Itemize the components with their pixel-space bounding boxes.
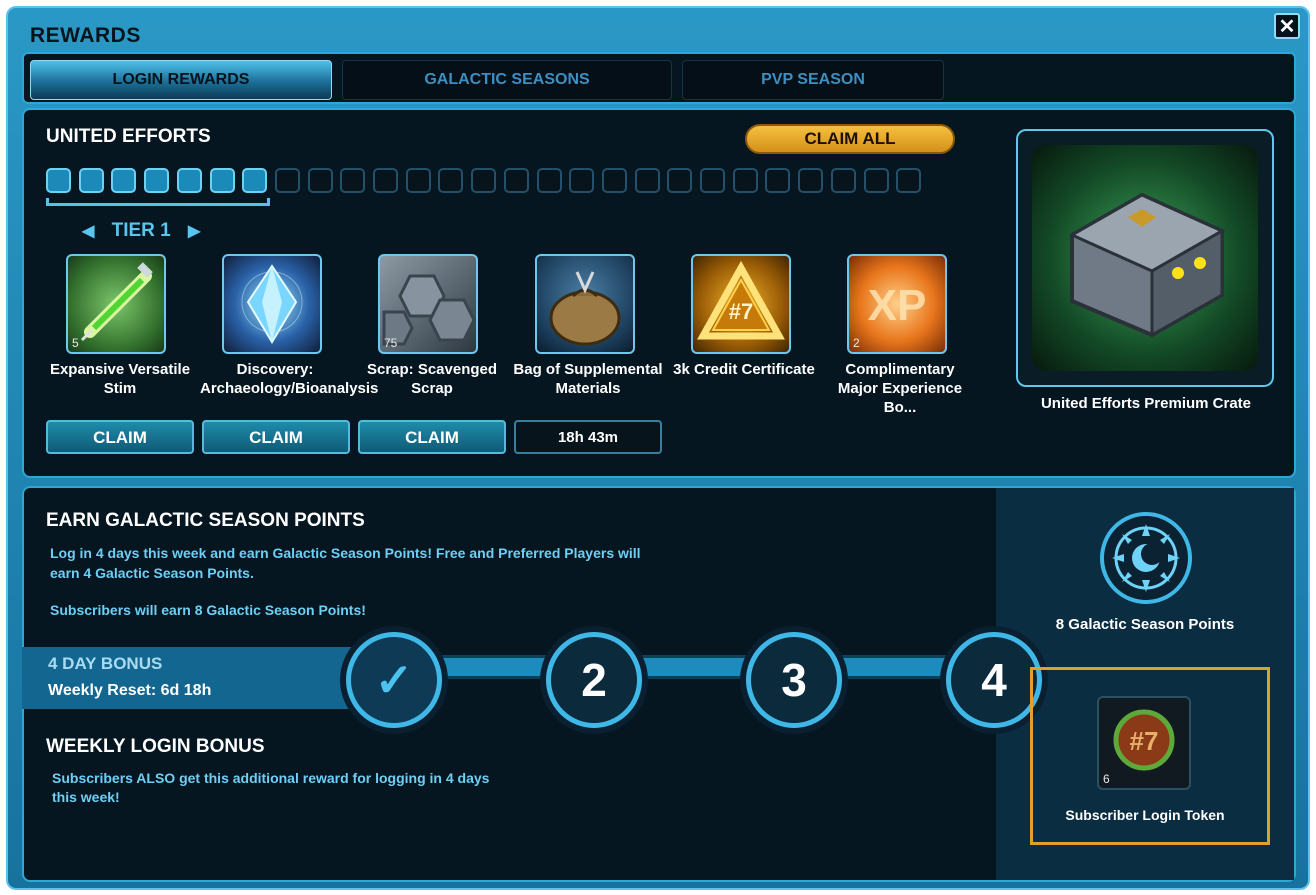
subscriber-token-label: Subscriber Login Token [1065, 807, 1225, 823]
tab-pvp-season[interactable]: PVP SEASON [682, 60, 944, 100]
day-track-segment [438, 655, 558, 679]
reward-quantity: 6 [1103, 772, 1110, 786]
close-button[interactable]: ✕ [1274, 13, 1300, 39]
progress-pip-locked [732, 168, 758, 193]
united-efforts-heading: UNITED EFFORTS [46, 126, 211, 147]
progress-pip-locked [503, 168, 529, 193]
reward-quantity: 75 [384, 336, 398, 350]
progress-pip-locked [765, 168, 791, 193]
reward-quantity: 5 [72, 336, 79, 350]
day-2-node: 2 [546, 632, 642, 728]
day-3-node: 3 [746, 632, 842, 728]
rewards-window: REWARDS ✕ LOGIN REWARDS GALACTIC SEASONS… [6, 6, 1310, 890]
premium-crate-icon [1032, 145, 1258, 371]
day-4-node: 4 [946, 632, 1042, 728]
weekly-login-text-2: this week! [52, 789, 120, 805]
progress-pip-claimed [209, 168, 235, 193]
progress-pip-claimed [176, 168, 202, 193]
galactic-points-heading: EARN GALACTIC SEASON POINTS [46, 510, 365, 531]
progress-pip-locked [438, 168, 464, 193]
reward-name: 3k Credit Certificate [673, 361, 815, 378]
claim-button[interactable]: CLAIM [202, 420, 350, 454]
scrap-plates-icon[interactable]: 75 [378, 254, 478, 354]
progress-pip-locked [340, 168, 366, 193]
claim-button[interactable]: CLAIM [46, 420, 194, 454]
tier-prev-arrow-icon[interactable]: ◀ [82, 223, 94, 240]
progress-pip-locked [569, 168, 595, 193]
progress-pip-locked [634, 168, 660, 193]
progress-pip-locked [830, 168, 856, 193]
svg-text:#7: #7 [1130, 726, 1159, 756]
day-bonus-heading: 4 DAY BONUS [48, 654, 163, 673]
window-title: REWARDS [30, 24, 141, 47]
weekly-login-text-1: Subscribers ALSO get this additional rew… [52, 770, 490, 786]
progress-pip-locked [601, 168, 627, 193]
reward-name: Complimentary Major Experience Bo... [837, 361, 963, 416]
stim-syringe-icon[interactable]: 5 [66, 254, 166, 354]
progress-pip-locked [667, 168, 693, 193]
reward-name: Expansive Versatile Stim [49, 361, 191, 397]
progress-pip-locked [471, 168, 497, 193]
progress-pip-locked [405, 168, 431, 193]
premium-crate-label: United Efforts Premium Crate [1040, 395, 1252, 412]
tier-label: TIER 1 [111, 220, 171, 241]
progress-pip-claimed [46, 168, 71, 193]
galactic-season-emblem-icon [1100, 512, 1192, 604]
progress-pip-locked [536, 168, 562, 193]
day-track-segment [838, 655, 958, 679]
progress-pip-claimed [144, 168, 170, 193]
xp-boost-icon[interactable]: XP 2 [847, 254, 947, 354]
login-token-icon[interactable]: #7 6 [1097, 696, 1191, 790]
svg-text:XP: XP [868, 281, 927, 330]
progress-pip-locked [700, 168, 725, 193]
progress-pip-locked [373, 168, 398, 193]
progress-pip-locked [274, 168, 300, 193]
galactic-points-text-1: Log in 4 days this week and earn Galacti… [50, 545, 641, 561]
progress-pip-claimed [111, 168, 137, 193]
tier-selector: ◀ TIER 1 ▶ [82, 220, 200, 242]
tier-bracket [46, 198, 270, 206]
crystal-icon[interactable] [222, 254, 322, 354]
svg-text:#7: #7 [729, 299, 753, 324]
progress-pip-claimed [78, 168, 104, 193]
reward-quantity: 2 [853, 336, 860, 350]
day-1-complete-node: ✓ [346, 632, 442, 728]
reward-timer: 18h 43m [514, 420, 662, 454]
galactic-points-text-3: Subscribers will earn 8 Galactic Season … [50, 602, 366, 618]
reward-name: Bag of Supplemental Materials [513, 361, 663, 397]
tab-login-rewards[interactable]: LOGIN REWARDS [30, 60, 332, 100]
credit-certificate-icon[interactable]: #7 [691, 254, 791, 354]
progress-pip-locked [307, 168, 333, 193]
progress-pip-locked [798, 168, 824, 193]
weekly-reset-timer: Weekly Reset: 6d 18h [48, 682, 212, 699]
reward-name: Scrap: Scavenged Scrap [366, 361, 498, 397]
galactic-points-text-2: earn 4 Galactic Season Points. [50, 565, 254, 581]
tab-galactic-seasons[interactable]: GALACTIC SEASONS [342, 60, 672, 100]
premium-crate-frame[interactable] [1016, 129, 1274, 387]
weekly-login-heading: WEEKLY LOGIN BONUS [46, 736, 265, 757]
progress-pip-claimed [242, 168, 268, 193]
tab-bar: LOGIN REWARDS GALACTIC SEASONS PVP SEASO… [22, 52, 1296, 104]
progress-pip-locked [863, 168, 889, 193]
material-bag-icon[interactable] [535, 254, 635, 354]
tier-next-arrow-icon[interactable]: ▶ [188, 223, 200, 240]
galactic-points-reward-label: 8 Galactic Season Points [1055, 616, 1235, 633]
check-icon: ✓ [374, 654, 414, 706]
claim-button[interactable]: CLAIM [358, 420, 506, 454]
claim-all-button[interactable]: CLAIM ALL [745, 124, 955, 154]
reward-name: Discovery: Archaeology/Bioanalysis [200, 361, 379, 397]
day-track-segment [638, 655, 758, 679]
progress-pip-locked [896, 168, 922, 193]
